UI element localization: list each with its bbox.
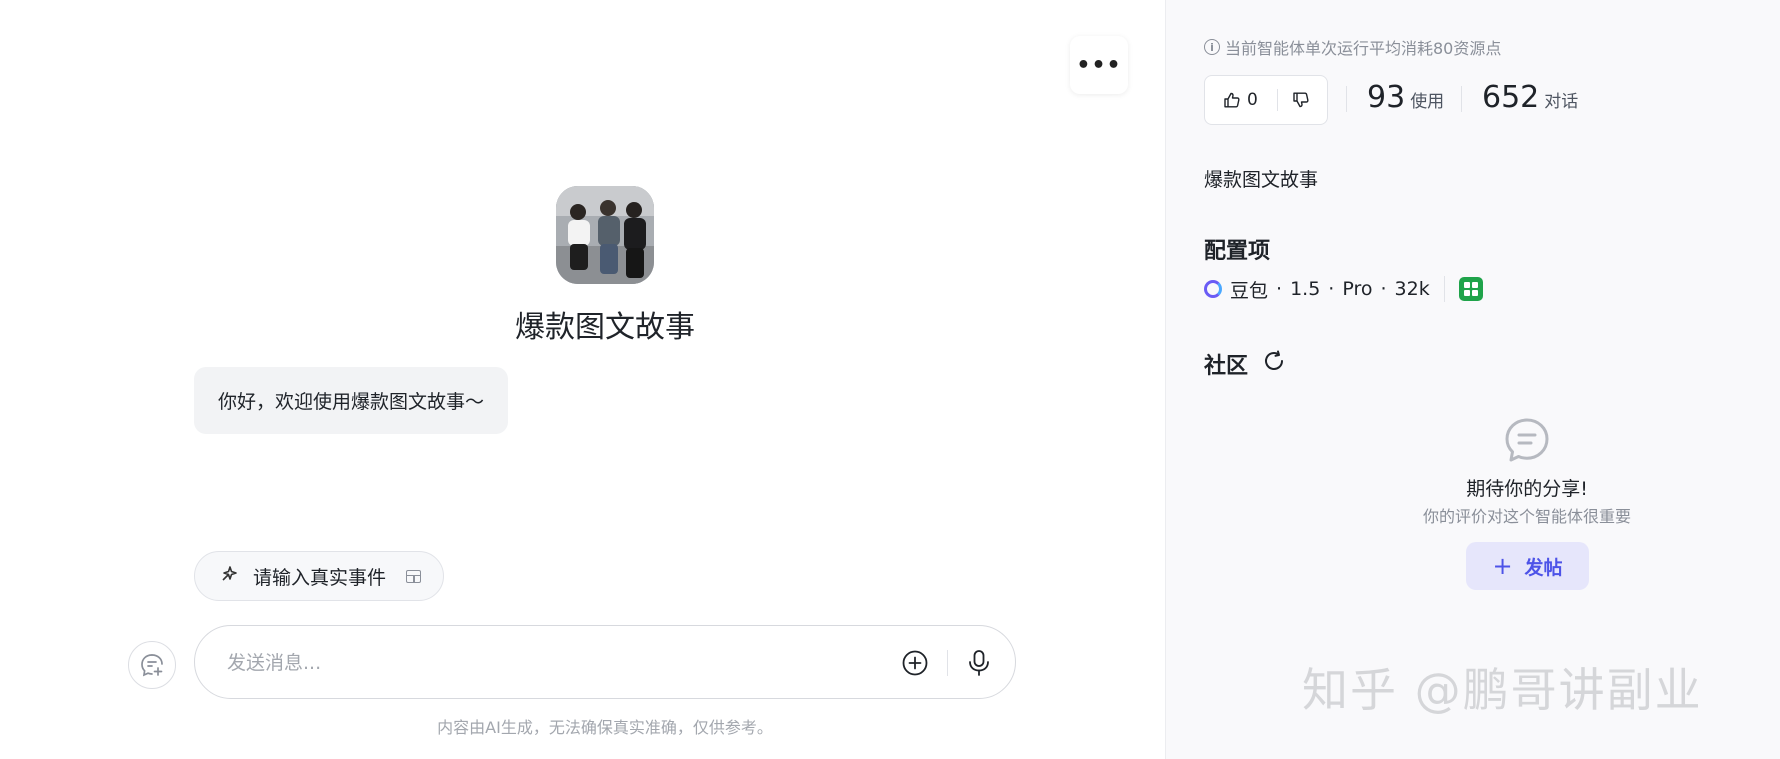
conversation-count: 652 bbox=[1482, 80, 1540, 115]
bot-description: 爆款图文故事 bbox=[1204, 169, 1319, 191]
model-context: 32k bbox=[1394, 278, 1430, 300]
add-attachment-button[interactable] bbox=[901, 649, 929, 677]
ai-disclaimer: 内容由AI生成，无法确保真实准确，仅供参考。 bbox=[437, 718, 773, 737]
more-horizontal-icon: ••• bbox=[1076, 52, 1122, 78]
dislike-button[interactable] bbox=[1278, 91, 1310, 109]
app-root: ••• 爆款图文故事 你好，欢迎使用爆款图文故事～ 请输入真实事件 发送消息..… bbox=[0, 0, 1780, 759]
stat-divider bbox=[1346, 86, 1347, 112]
bot-info-sidebar: i 当前智能体单次运行平均消耗80资源点 0 93 使用 652 对话 爆款图文… bbox=[1165, 0, 1780, 759]
create-post-button[interactable]: + 发帖 bbox=[1466, 542, 1589, 590]
cost-notice: i 当前智能体单次运行平均消耗80资源点 bbox=[1204, 35, 1501, 59]
watermark: 知乎 @鹏哥讲副业 bbox=[1302, 663, 1703, 717]
model-config[interactable]: 豆包 · 1.5 · Pro · 32k bbox=[1204, 274, 1483, 304]
stat-divider bbox=[1461, 86, 1462, 112]
message-input[interactable] bbox=[227, 646, 867, 680]
like-count: 0 bbox=[1247, 90, 1258, 110]
bot-avatar bbox=[556, 186, 654, 284]
thumbs-up-icon bbox=[1224, 92, 1240, 108]
rating-box: 0 bbox=[1204, 75, 1328, 125]
chat-bubble-icon bbox=[1505, 418, 1549, 462]
community-title: 社区 bbox=[1204, 354, 1249, 379]
like-button[interactable]: 0 bbox=[1205, 90, 1277, 110]
config-divider bbox=[1443, 276, 1445, 302]
usage-label: 使用 bbox=[1410, 92, 1445, 112]
model-dot: · bbox=[1328, 278, 1335, 300]
thumbs-down-icon bbox=[1293, 92, 1309, 108]
refresh-icon bbox=[1265, 350, 1284, 370]
suggestion-label: 请输入真实事件 bbox=[253, 566, 387, 589]
conversation-label: 对话 bbox=[1544, 92, 1579, 112]
composer-divider bbox=[947, 650, 948, 676]
model-version: 1.5 bbox=[1290, 278, 1321, 300]
microphone-icon bbox=[969, 650, 989, 676]
conversation-stat: 652 对话 bbox=[1482, 80, 1578, 115]
greeting-text: 你好，欢迎使用爆款图文故事～ bbox=[218, 391, 485, 413]
new-chat-icon bbox=[141, 654, 163, 677]
greeting-message: 你好，欢迎使用爆款图文故事～ bbox=[194, 367, 509, 434]
plus-icon: + bbox=[1492, 552, 1513, 580]
community-header: 社区 bbox=[1204, 348, 1286, 380]
more-options-button[interactable]: ••• bbox=[1070, 36, 1128, 94]
cost-notice-text: 当前智能体单次运行平均消耗80资源点 bbox=[1225, 39, 1502, 58]
suggestion-chip[interactable]: 请输入真实事件 bbox=[194, 551, 445, 601]
model-dot: · bbox=[1380, 278, 1387, 300]
new-chat-button[interactable] bbox=[128, 641, 176, 689]
empty-state-subtitle: 你的评价对这个智能体很重要 bbox=[1422, 507, 1631, 526]
usage-stat: 93 使用 bbox=[1367, 80, 1444, 115]
model-dot: · bbox=[1276, 278, 1283, 300]
plugin-icon[interactable] bbox=[1458, 277, 1483, 301]
sparkle-icon bbox=[219, 564, 239, 589]
voice-input-button[interactable] bbox=[965, 648, 993, 678]
empty-state-title: 期待你的分享! bbox=[1466, 478, 1588, 500]
model-name: 豆包 bbox=[1230, 279, 1269, 302]
info-icon: i bbox=[1204, 39, 1220, 55]
template-icon bbox=[406, 569, 422, 583]
plus-circle-icon bbox=[902, 650, 928, 676]
refresh-button[interactable] bbox=[1262, 349, 1286, 379]
bot-avatar-photo bbox=[556, 186, 654, 284]
chat-pane: ••• 爆款图文故事 你好，欢迎使用爆款图文故事～ 请输入真实事件 发送消息..… bbox=[0, 0, 1165, 759]
message-composer bbox=[194, 625, 1016, 699]
doubao-logo-icon bbox=[1204, 280, 1222, 298]
usage-count: 93 bbox=[1367, 80, 1406, 115]
config-section-title: 配置项 bbox=[1204, 239, 1271, 264]
model-tier: Pro bbox=[1342, 278, 1373, 300]
bot-title: 爆款图文故事 bbox=[515, 310, 695, 345]
create-post-label: 发帖 bbox=[1524, 556, 1563, 579]
